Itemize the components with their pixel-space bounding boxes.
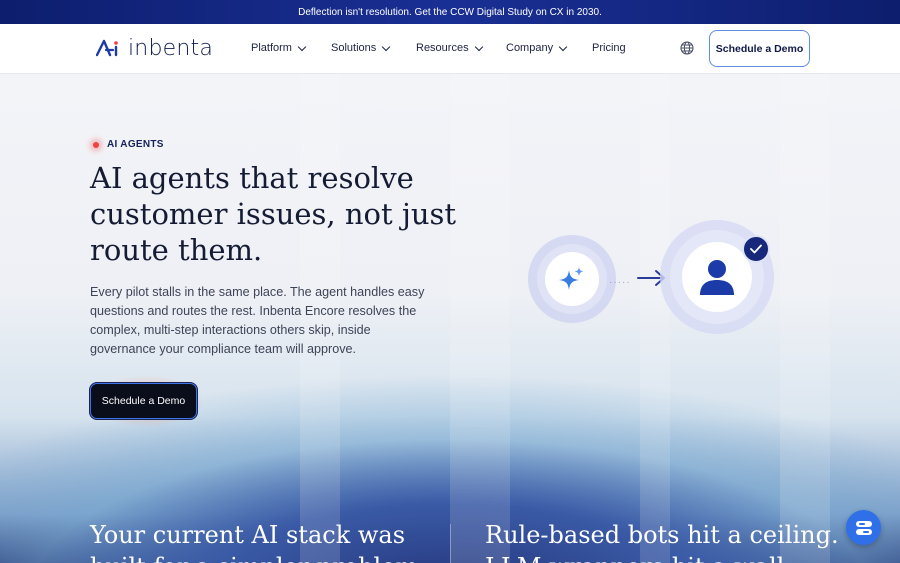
- schedule-demo-button[interactable]: Schedule a Demo: [709, 30, 810, 67]
- sparkle-icon: [559, 267, 584, 290]
- top-navigation: inbenta Platform Solutions Resources Com…: [0, 24, 900, 74]
- nav-item-pricing[interactable]: Pricing: [592, 42, 626, 54]
- description-line: questions and routes the rest. Inbenta E…: [90, 304, 417, 318]
- chat-icon: [855, 520, 872, 535]
- heading-line: Your current AI stack was: [90, 521, 406, 549]
- nav-item-platform[interactable]: Platform: [251, 42, 307, 54]
- status-dot-icon: [93, 141, 99, 148]
- checkmark-icon: [750, 244, 762, 254]
- checkmark-badge: [742, 235, 770, 263]
- logo[interactable]: inbenta: [96, 35, 214, 61]
- inbenta-logo-icon: [96, 39, 118, 57]
- hero-description: Every pilot stalls in the same place. Th…: [90, 283, 440, 359]
- chat-widget-button[interactable]: [846, 510, 881, 545]
- nav-item-label: Platform: [251, 42, 292, 54]
- nav-item-solutions[interactable]: Solutions: [331, 42, 391, 54]
- nav-item-label: Company: [506, 42, 554, 54]
- eyebrow-tag: AI AGENTS: [93, 139, 164, 150]
- section-divider: [450, 524, 451, 563]
- hero-headline: AI agents that resolve customer issues, …: [90, 160, 457, 268]
- banner-text[interactable]: Deflection isn't resolution. Get the CCW…: [298, 7, 602, 18]
- logo-text: inbenta: [128, 35, 214, 61]
- connector-dots: ·····: [609, 277, 631, 288]
- description-line: Every pilot stalls in the same place. Th…: [90, 285, 425, 299]
- chevron-down-icon: [558, 42, 568, 51]
- chevron-down-icon: [297, 42, 307, 51]
- background-stripe: [450, 75, 510, 563]
- ceiling-heading: Rule-based bots hit a ceiling. LLM wrapp…: [485, 519, 839, 563]
- announcement-banner[interactable]: Deflection isn't resolution. Get the CCW…: [0, 0, 900, 24]
- nav-item-label: Pricing: [592, 42, 626, 54]
- nav-item-resources[interactable]: Resources: [416, 42, 483, 54]
- heading-line: Rule-based bots hit a ceiling.: [485, 521, 839, 549]
- nav-item-label: Solutions: [331, 42, 377, 54]
- ai-circle: [545, 252, 599, 306]
- heading-line: built for a simpler problem.: [90, 551, 426, 563]
- heading-line: LLM wrappers hit a wall.: [485, 551, 839, 563]
- agent-illustration: ·····: [520, 215, 810, 345]
- eyebrow-label: AI AGENTS: [107, 139, 164, 150]
- hero-schedule-demo-button[interactable]: Schedule a Demo: [90, 383, 197, 419]
- problem-heading: Your current AI stack was built for a si…: [90, 519, 426, 563]
- chevron-down-icon: [382, 42, 391, 51]
- nav-item-label: Resources: [416, 42, 469, 54]
- description-line: governance your compliance team will app…: [90, 342, 357, 356]
- user-icon: [700, 260, 734, 295]
- chevron-down-icon: [474, 42, 483, 51]
- nav-item-company[interactable]: Company: [506, 42, 568, 54]
- headline-line: customer issues, not just: [90, 197, 457, 231]
- globe-icon[interactable]: [680, 41, 694, 55]
- description-line: complex, multi-step interactions others …: [90, 323, 371, 337]
- headline-line: route them.: [90, 233, 263, 267]
- headline-line: AI agents that resolve: [90, 161, 414, 195]
